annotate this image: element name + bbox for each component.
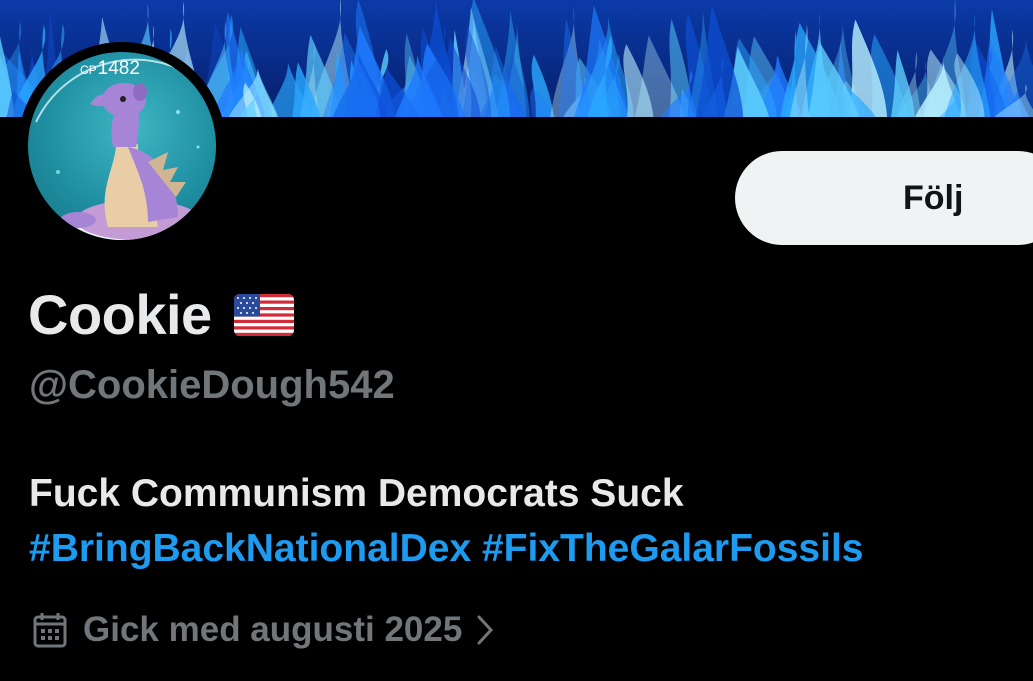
joined-text: Gick med augusti 2025 [83, 610, 463, 649]
follow-button[interactable]: Följ [735, 151, 1033, 245]
user-handle: @CookieDough542 [29, 363, 395, 407]
name-row: Cookie [28, 282, 294, 347]
avatar[interactable]: CP1482 [28, 52, 216, 240]
hashtag-link[interactable]: #BringBackNationalDex [29, 527, 471, 570]
chevron-right-icon [477, 615, 494, 645]
bio-text: Fuck Communism Democrats Suck [29, 472, 684, 515]
calendar-icon [33, 613, 67, 648]
bio-hashtags: #BringBackNationalDex #FixTheGalarFossil… [29, 521, 863, 576]
joined-date[interactable]: Gick med augusti 2025 [33, 610, 494, 650]
us-flag-icon [233, 293, 294, 336]
display-name: Cookie [28, 283, 212, 346]
cp-label: CP1482 [80, 58, 140, 79]
hashtag-link[interactable]: #FixTheGalarFossils [482, 527, 864, 570]
bio: Fuck Communism Democrats Suck #BringBack… [29, 466, 863, 576]
